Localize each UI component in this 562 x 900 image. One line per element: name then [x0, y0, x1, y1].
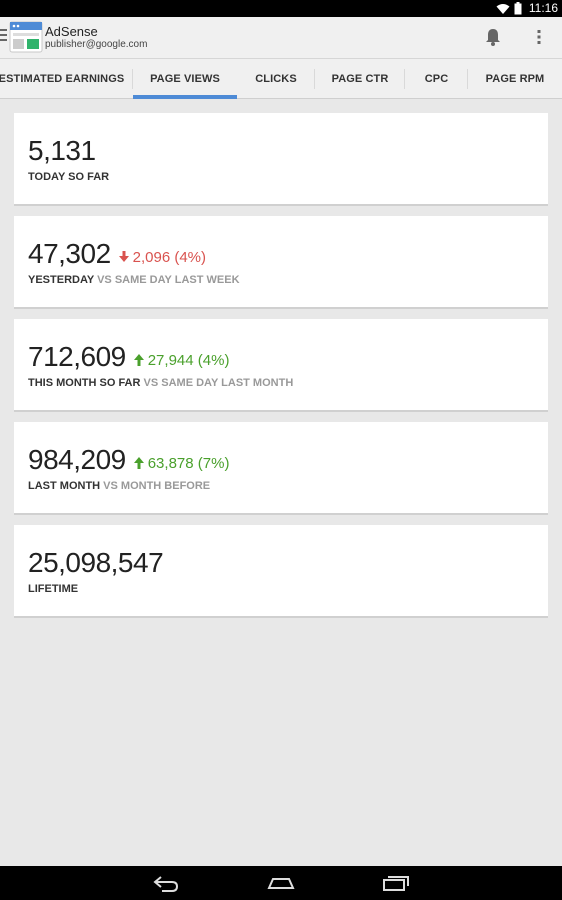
account-email[interactable]: publisher@google.com [45, 39, 147, 50]
stat-comparison: VS MONTH BEFORE [103, 480, 211, 492]
adsense-logo-icon[interactable] [9, 21, 43, 53]
tab-page-ctr[interactable]: PAGE CTR [315, 59, 405, 99]
stat-card-today[interactable]: 5,131 TODAY SO FAR [14, 113, 548, 206]
back-icon[interactable] [152, 874, 180, 892]
overflow-menu-icon[interactable] [530, 27, 548, 47]
stat-value: 47,302 [28, 238, 111, 269]
arrow-down-icon [118, 251, 129, 262]
stat-comparison: VS SAME DAY LAST WEEK [97, 274, 240, 286]
stat-value: 712,609 [28, 341, 126, 372]
tab-label: ESTIMATED EARNINGS [0, 73, 125, 85]
stat-card-lifetime[interactable]: 25,098,547 LIFETIME [14, 525, 548, 618]
stat-label: THIS MONTH SO FAR VS SAME DAY LAST MONTH [28, 377, 294, 389]
stat-label: YESTERDAY VS SAME DAY LAST WEEK [28, 274, 240, 286]
tab-label: PAGE VIEWS [150, 73, 220, 85]
tab-estimated-earnings[interactable]: ESTIMATED EARNINGS [0, 59, 133, 99]
tab-page-views[interactable]: PAGE VIEWS [133, 59, 237, 99]
stat-value: 984,209 [28, 444, 126, 475]
stat-value: 5,131 [28, 135, 96, 166]
status-time: 11:16 [528, 1, 558, 15]
tab-label: CPC [424, 73, 449, 85]
bell-icon[interactable] [484, 27, 502, 47]
arrow-up-icon [133, 354, 144, 366]
status-bar: 11:16 [0, 0, 562, 17]
stat-delta: 2,096 (4%) [118, 249, 206, 266]
stat-card-this-month[interactable]: 712,609 27,944 (4%) THIS MONTH SO FAR VS… [14, 319, 548, 412]
stat-card-last-month[interactable]: 984,209 63,878 (7%) LAST MONTH VS MONTH … [14, 422, 548, 515]
arrow-up-icon [133, 457, 144, 469]
stat-label: TODAY SO FAR [28, 171, 110, 183]
app-bar: AdSense publisher@google.com [0, 17, 562, 59]
stat-label: LIFETIME [28, 583, 79, 595]
tab-page-rpm[interactable]: PAGE RPM [468, 59, 562, 99]
tab-label: PAGE RPM [485, 73, 545, 85]
stat-comparison: VS SAME DAY LAST MONTH [143, 377, 294, 389]
stat-value: 25,098,547 [28, 547, 164, 578]
menu-icon[interactable] [0, 29, 8, 43]
stat-label: LAST MONTH VS MONTH BEFORE [28, 480, 211, 492]
wifi-icon [496, 3, 510, 14]
tab-bar: ESTIMATED EARNINGS PAGE VIEWS CLICKS PAG… [0, 59, 562, 99]
stat-card-yesterday[interactable]: 47,302 2,096 (4%) YESTERDAY VS SAME DAY … [14, 216, 548, 309]
stat-delta: 27,944 (4%) [133, 352, 229, 369]
battery-icon [514, 2, 522, 15]
tab-label: CLICKS [255, 73, 297, 85]
stat-delta: 63,878 (7%) [133, 455, 229, 472]
navigation-bar [0, 866, 562, 900]
app-title: AdSense [45, 24, 98, 39]
recents-icon[interactable] [382, 874, 410, 892]
tab-cpc[interactable]: CPC [405, 59, 468, 99]
home-icon[interactable] [267, 874, 295, 892]
tab-label: PAGE CTR [331, 73, 389, 85]
tab-clicks[interactable]: CLICKS [237, 59, 315, 99]
